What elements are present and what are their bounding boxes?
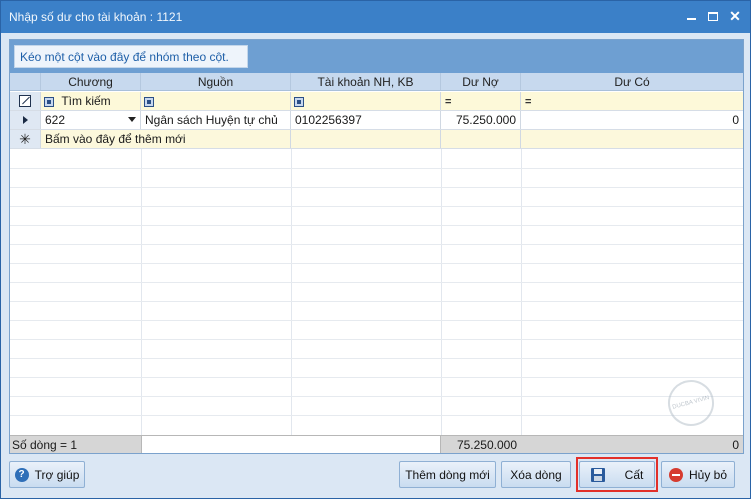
cell-tai-khoan[interactable]: 0102256397: [291, 111, 441, 129]
filter-operator-icon[interactable]: [294, 96, 304, 107]
grid-line: [10, 225, 743, 226]
filter-operator-icon[interactable]: [144, 96, 154, 107]
dialog-window: Nhập số dư cho tài khoản : 1121 ✕ Kéo mộ…: [0, 0, 751, 499]
grid-container: Kéo một cột vào đây để nhóm theo cột. Ch…: [9, 39, 744, 454]
help-button[interactable]: ? Trợ giúp: [9, 461, 85, 488]
header-indicator: [10, 73, 41, 90]
minimize-icon: [686, 18, 696, 20]
grid-line: [10, 168, 743, 169]
minimize-button[interactable]: [682, 7, 700, 25]
footer-blank: [141, 436, 441, 453]
grid-line: [10, 358, 743, 359]
grid-line: [10, 244, 743, 245]
row-count: Số dòng = 1: [12, 438, 78, 452]
new-row-cell[interactable]: [441, 130, 521, 148]
maximize-icon: [708, 11, 718, 21]
add-row-button-label: Thêm dòng mới: [405, 467, 490, 482]
grid-line: [441, 149, 442, 435]
cell-chuong-value: 622: [45, 113, 66, 127]
column-header-nguon[interactable]: Nguồn: [141, 73, 291, 90]
cancel-button-label: Hủy bỏ: [688, 467, 728, 482]
column-header-tai-khoan[interactable]: Tài khoản NH, KB: [291, 73, 441, 90]
grid-line: [291, 149, 292, 435]
grid-line: [521, 149, 522, 435]
close-button[interactable]: ✕: [726, 7, 744, 25]
cell-du-no[interactable]: 75.250.000: [441, 111, 521, 129]
filter-row-indicator[interactable]: [10, 92, 41, 110]
clear-filter-icon[interactable]: [19, 95, 31, 107]
new-row-cell[interactable]: [521, 130, 743, 148]
cell-du-co[interactable]: 0: [521, 111, 743, 129]
new-row-text[interactable]: Bấm vào đây để thêm mới: [41, 130, 291, 148]
group-panel[interactable]: Kéo một cột vào đây để nhóm theo cột.: [10, 40, 743, 73]
cell-nguon[interactable]: Ngân sách Huyện tự chủ: [141, 111, 291, 129]
summary-footer: Số dòng = 1 75.250.000 0: [10, 435, 743, 453]
equals-icon[interactable]: =: [445, 96, 451, 108]
table-row[interactable]: 622 Ngân sách Huyện tự chủ 0102256397 75…: [10, 111, 743, 130]
grid-line: [10, 301, 743, 302]
save-button-label: Cất: [624, 467, 644, 482]
help-icon: ?: [14, 467, 29, 482]
grid-line: [10, 396, 743, 397]
window-title: Nhập số dư cho tài khoản : 1121: [9, 10, 183, 24]
filter-operator-icon[interactable]: [44, 96, 54, 107]
filter-cell-nguon[interactable]: [141, 92, 291, 110]
filter-cell-du-no[interactable]: =: [441, 92, 521, 110]
grid-empty-area: [10, 149, 743, 435]
column-header-du-no[interactable]: Dư Nợ: [441, 73, 521, 90]
window-controls: ✕: [682, 7, 744, 25]
group-panel-hint: Kéo một cột vào đây để nhóm theo cột.: [14, 45, 248, 68]
new-row-cell[interactable]: [291, 130, 441, 148]
close-icon: ✕: [729, 8, 741, 24]
grid-line: [10, 377, 743, 378]
add-row-button[interactable]: Thêm dòng mới: [399, 461, 496, 488]
grid-line: [10, 415, 743, 416]
filter-row: Tìm kiếm = =: [10, 92, 743, 111]
grid-line: [10, 339, 743, 340]
grid-line: [10, 187, 743, 188]
filter-cell-du-co[interactable]: =: [521, 92, 743, 110]
row-indicator[interactable]: [10, 111, 41, 129]
chevron-down-icon[interactable]: [128, 117, 136, 122]
cancel-icon: [668, 467, 683, 482]
column-header-chuong[interactable]: Chương: [41, 73, 141, 90]
column-header-du-co[interactable]: Dư Có: [521, 73, 743, 90]
filter-cell-tai-khoan[interactable]: [291, 92, 441, 110]
grid-line: [10, 282, 743, 283]
cell-chuong[interactable]: 622: [41, 111, 141, 129]
grid-line: [141, 149, 142, 435]
grid-line: [10, 320, 743, 321]
save-button[interactable]: Cất: [579, 461, 655, 488]
grid-line: [10, 206, 743, 207]
equals-icon[interactable]: =: [525, 96, 531, 108]
total-du-co: 0: [732, 438, 739, 452]
cancel-button[interactable]: Hủy bỏ: [661, 461, 735, 488]
delete-row-button-label: Xóa dòng: [510, 467, 562, 482]
filter-cell-chuong[interactable]: Tìm kiếm: [41, 92, 141, 110]
grid-header: Chương Nguồn Tài khoản NH, KB Dư Nợ Dư C…: [10, 73, 743, 91]
title-bar: Nhập số dư cho tài khoản : 1121 ✕: [1, 1, 750, 33]
help-button-label: Trợ giúp: [34, 467, 80, 482]
total-du-no: 75.250.000: [456, 438, 517, 452]
maximize-button[interactable]: [704, 7, 722, 25]
floppy-disk-icon: [590, 467, 605, 482]
new-row-star-icon: ✳: [19, 131, 31, 147]
delete-row-button[interactable]: Xóa dòng: [501, 461, 571, 488]
grid-line: [10, 263, 743, 264]
current-row-arrow-icon: [22, 116, 28, 124]
search-placeholder: Tìm kiếm: [61, 94, 111, 108]
new-row-indicator: ✳: [10, 130, 41, 148]
new-row[interactable]: ✳ Bấm vào đây để thêm mới: [10, 130, 743, 149]
